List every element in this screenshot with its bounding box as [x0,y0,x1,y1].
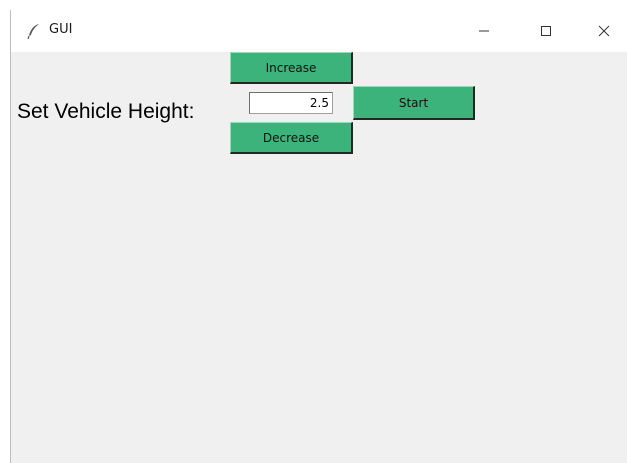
title-bar: GUI [11,10,627,52]
close-icon [598,25,610,37]
window-title: GUI [49,22,73,37]
maximize-icon [541,26,551,36]
vehicle-height-label: Set Vehicle Height: [17,100,195,123]
increase-button[interactable]: Increase [230,52,353,84]
feather-icon [25,22,43,40]
maximize-button[interactable] [523,10,569,52]
minimize-button[interactable] [461,10,507,52]
main-content: Increase Set Vehicle Height: Start Decre… [11,52,627,463]
start-button[interactable]: Start [353,86,475,120]
vehicle-height-input[interactable] [249,92,333,114]
decrease-button[interactable]: Decrease [230,122,353,154]
minimize-icon [479,30,489,32]
app-window: GUI Increase Set Vehicle Height: Start D… [10,10,627,463]
close-button[interactable] [581,10,627,52]
